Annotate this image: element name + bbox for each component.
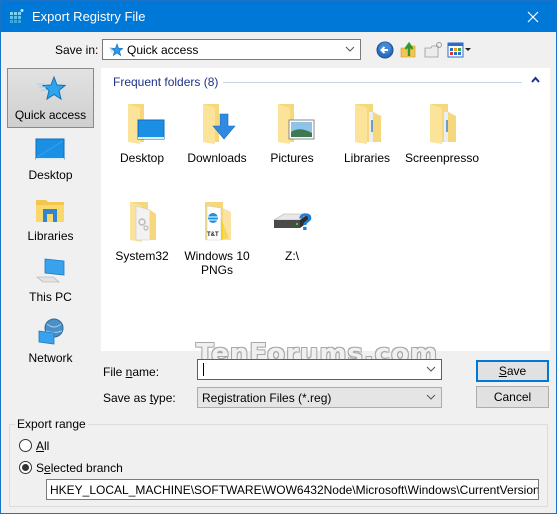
chevron-down-icon (345, 46, 355, 52)
item-label: Desktop (119, 151, 165, 165)
folder-item-downloads[interactable]: Downloads (179, 98, 255, 165)
file-name-label: File name: (103, 365, 160, 379)
folder-item-windows-10-pngs[interactable]: T&T Windows 10 PNGs (179, 196, 255, 277)
radio-selected-dot (22, 464, 29, 471)
view-menu-button[interactable] (447, 40, 473, 60)
item-label: Screenpresso (404, 151, 480, 165)
place-label: This PC (29, 290, 72, 304)
selected-branch-label[interactable]: Selected branch (36, 461, 123, 475)
file-name-input[interactable] (197, 359, 442, 380)
drive-unknown-icon: ? (272, 209, 313, 236)
save-in-dropdown[interactable]: Quick access (102, 39, 361, 60)
folder-pictures-icon (278, 104, 315, 144)
place-label: Quick access (14, 108, 87, 122)
item-label: Windows 10 PNGs (184, 249, 250, 277)
item-label: Downloads (187, 151, 247, 165)
export-range-title: Export range (15, 417, 88, 431)
collapse-group-icon[interactable] (531, 76, 540, 83)
close-icon (527, 11, 539, 22)
places-bar: Quick access Desktop Libraries This PC N… (7, 68, 94, 368)
star-icon (37, 75, 66, 101)
folder-item-desktop[interactable]: Desktop (104, 98, 180, 165)
group-divider (223, 82, 522, 83)
place-network[interactable]: Network (7, 312, 94, 372)
folder-item-screenpresso[interactable]: Screenpresso (404, 98, 480, 165)
registry-editor-icon (10, 9, 24, 23)
svg-text:T&T: T&T (207, 232, 219, 238)
desktop-icon (35, 138, 65, 160)
export-all-radio[interactable] (19, 439, 32, 452)
save-in-label: Save in: (55, 43, 99, 57)
item-label: Z:\ (285, 249, 299, 263)
save-as-type-dropdown[interactable]: Registration Files (*.reg) (197, 387, 442, 408)
cancel-button[interactable]: Cancel (476, 386, 549, 408)
back-button[interactable] (375, 40, 395, 60)
folder-item-pictures[interactable]: Pictures (254, 98, 330, 165)
file-list-view[interactable]: Frequent folders (8) Desktop Downloads P… (101, 68, 550, 351)
place-libraries[interactable]: Libraries (7, 190, 94, 250)
place-label: Desktop (28, 168, 73, 182)
libraries-icon (36, 200, 64, 222)
save-button[interactable]: Save (476, 360, 549, 382)
network-icon (38, 318, 64, 345)
place-label: Libraries (27, 229, 74, 243)
close-button[interactable] (510, 1, 556, 32)
item-label: Pictures (270, 151, 314, 165)
selected-branch-radio[interactable] (19, 461, 32, 474)
save-in-value: Quick access (127, 43, 199, 57)
place-desktop[interactable]: Desktop (7, 129, 94, 189)
place-quick-access[interactable]: Quick access (7, 68, 94, 128)
chevron-down-icon (426, 394, 436, 400)
folder-downloads-icon (203, 104, 236, 144)
selected-branch-path-input[interactable]: HKEY_LOCAL_MACHINE\SOFTWARE\WOW6432Node\… (46, 479, 539, 500)
new-folder-button[interactable] (423, 40, 443, 60)
item-label: System32 (115, 249, 169, 263)
folder-item-libraries[interactable]: Libraries (329, 98, 405, 165)
folder-item-system32[interactable]: System32 (104, 196, 180, 263)
up-one-level-button[interactable] (399, 40, 419, 60)
folder-icon (355, 104, 381, 144)
quick-access-star-icon (109, 43, 123, 57)
place-label: Network (28, 351, 73, 365)
text-cursor (203, 363, 204, 376)
svg-text:?: ? (298, 209, 313, 236)
save-as-type-label: Save as type: (103, 391, 176, 405)
computer-icon (36, 258, 65, 283)
item-label: Libraries (343, 151, 391, 165)
folder-icon (430, 104, 456, 144)
folder-desktop-icon (128, 104, 165, 144)
save-as-type-value: Registration Files (*.reg) (202, 391, 332, 405)
chevron-down-icon[interactable] (426, 364, 436, 374)
title-bar: Export Registry File (1, 1, 556, 32)
folder-system-icon (130, 202, 156, 242)
export-registry-dialog: Export Registry File Save in: Quick acce… (0, 0, 557, 514)
drive-item-z[interactable]: ? Z:\ (254, 196, 330, 263)
place-this-pc[interactable]: This PC (7, 251, 94, 311)
window-title: Export Registry File (32, 9, 146, 24)
group-header: Frequent folders (8) (113, 75, 219, 89)
folder-image-icon: T&T (205, 202, 231, 241)
export-all-label[interactable]: All (36, 439, 49, 453)
